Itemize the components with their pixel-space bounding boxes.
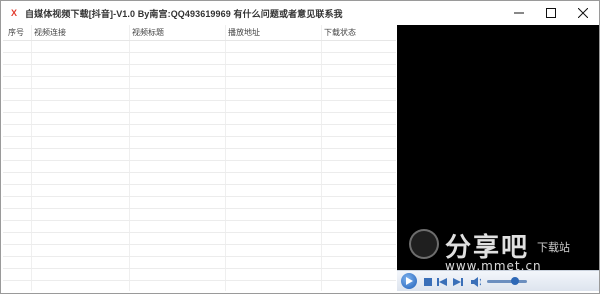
grid-row-line xyxy=(3,52,396,53)
grid-row-line xyxy=(3,184,396,185)
grid-row-line xyxy=(3,232,396,233)
grid-row-line xyxy=(3,64,396,65)
grid-row-line xyxy=(3,256,396,257)
play-button[interactable] xyxy=(401,273,417,289)
stop-button[interactable] xyxy=(423,277,433,287)
column-header-video-title[interactable]: 视频标题 xyxy=(132,27,164,38)
grid-row-line xyxy=(3,76,396,77)
grid-header: 序号 视频连接 视频标题 播放地址 下载状态 xyxy=(3,25,396,41)
column-header-video-link[interactable]: 视频连接 xyxy=(34,27,66,38)
stop-icon xyxy=(424,278,432,286)
grid-row-line xyxy=(3,88,396,89)
next-icon xyxy=(453,278,463,286)
grid-row-line xyxy=(3,100,396,101)
grid-row-line xyxy=(3,172,396,173)
minimize-icon xyxy=(514,12,524,14)
watermark-subtitle: 下载站 xyxy=(537,241,570,254)
previous-button[interactable] xyxy=(437,277,447,287)
grid-row-line xyxy=(3,136,396,137)
previous-icon xyxy=(437,278,447,286)
window-controls xyxy=(503,1,599,25)
volume-icon xyxy=(471,277,481,287)
download-list-grid[interactable]: 序号 视频连接 视频标题 播放地址 下载状态 xyxy=(3,25,396,291)
volume-slider-handle[interactable] xyxy=(511,277,519,285)
close-button[interactable] xyxy=(567,1,599,25)
grid-row-line xyxy=(3,148,396,149)
watermark-logo-icon xyxy=(409,229,439,259)
volume-slider-track[interactable] xyxy=(487,280,527,283)
grid-row-line xyxy=(3,196,396,197)
grid-row-line xyxy=(3,268,396,269)
grid-row-line xyxy=(3,160,396,161)
column-header-play-url[interactable]: 播放地址 xyxy=(228,27,260,38)
grid-row-line xyxy=(3,112,396,113)
grid-row-line xyxy=(3,124,396,125)
maximize-button[interactable] xyxy=(535,1,567,25)
grid-rows xyxy=(3,41,396,291)
column-header-index[interactable]: 序号 xyxy=(8,27,24,38)
minimize-button[interactable] xyxy=(503,1,535,25)
grid-row-line xyxy=(3,280,396,281)
window-title: 自媒体视频下载[抖音]-V1.0 By南宫:QQ493619969 有什么问题或… xyxy=(25,8,343,19)
maximize-icon xyxy=(546,8,556,18)
play-icon xyxy=(406,277,413,285)
app-window: X 自媒体视频下载[抖音]-V1.0 By南宫:QQ493619969 有什么问… xyxy=(0,0,600,294)
app-icon: X xyxy=(10,8,17,18)
volume-button[interactable] xyxy=(471,277,481,287)
column-header-download-status[interactable]: 下载状态 xyxy=(324,27,356,38)
grid-row-line xyxy=(3,220,396,221)
next-button[interactable] xyxy=(453,277,463,287)
close-icon xyxy=(578,8,588,18)
title-bar[interactable]: X 自媒体视频下载[抖音]-V1.0 By南宫:QQ493619969 有什么问… xyxy=(1,1,599,25)
grid-row-line xyxy=(3,244,396,245)
grid-row-line xyxy=(3,208,396,209)
player-controls-bar xyxy=(397,270,599,291)
